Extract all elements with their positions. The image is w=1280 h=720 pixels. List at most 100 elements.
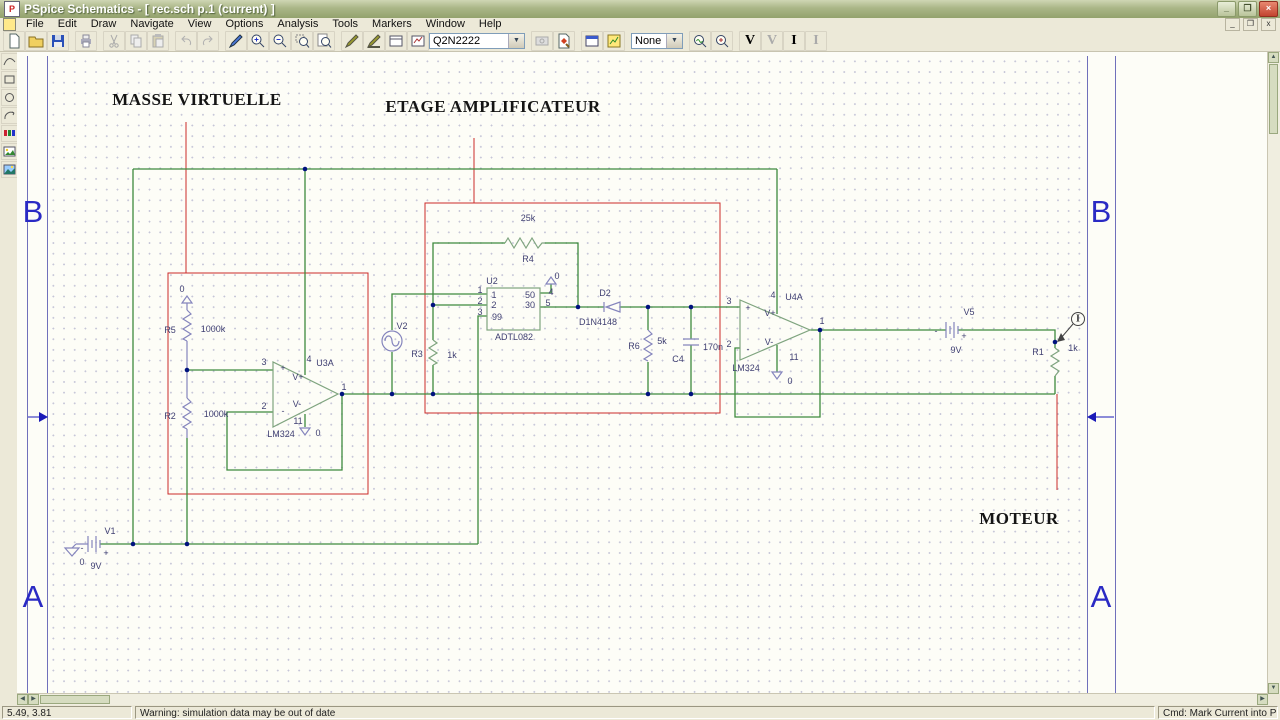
gnd-label-u3a[interactable]: 0	[315, 428, 320, 438]
u3a-pin3[interactable]: 3	[261, 357, 266, 367]
gnd-label-u2[interactable]: 0	[554, 271, 559, 281]
simulate-button[interactable]	[603, 31, 625, 51]
frame-row-a-right[interactable]: A	[1091, 579, 1112, 615]
draw-rectangle-tool[interactable]	[1, 71, 18, 88]
current-pin-marker-button[interactable]: I	[805, 31, 827, 51]
menu-window[interactable]: Window	[419, 18, 472, 31]
get-recent-part-icon[interactable]	[407, 31, 429, 51]
redo-icon[interactable]	[197, 31, 219, 51]
u3a-vplus[interactable]: V+	[292, 372, 303, 382]
menu-options[interactable]: Options	[218, 18, 270, 31]
menu-tools[interactable]: Tools	[325, 18, 365, 31]
u4a-plus[interactable]: +	[745, 303, 750, 313]
u2-pin5[interactable]: 5	[545, 298, 550, 308]
label-masse-virtuelle[interactable]: MASSE VIRTUELLE	[112, 90, 282, 110]
menu-view[interactable]: View	[181, 18, 219, 31]
current-marker-button[interactable]: I	[783, 31, 805, 51]
part-combobox[interactable]: Q2N2222 ▼	[429, 33, 525, 49]
open-file-button[interactable]	[25, 31, 47, 51]
u4a-pin11[interactable]: 11	[789, 352, 798, 362]
r2-value[interactable]: 1000k	[204, 409, 229, 419]
draw-wire-button[interactable]	[225, 31, 247, 51]
u2-name[interactable]: U2	[486, 276, 498, 286]
v1-minus[interactable]: -	[81, 543, 84, 553]
document-icon[interactable]	[3, 18, 16, 31]
u4a-part[interactable]: LM324	[732, 363, 760, 373]
u4a-pin1[interactable]: 1	[819, 316, 824, 326]
minimize-button[interactable]: _	[1217, 1, 1236, 17]
zoom-area-button[interactable]	[291, 31, 313, 51]
r6-value[interactable]: 5k	[657, 336, 667, 346]
draw-text-tool[interactable]	[1, 125, 18, 142]
menu-analysis[interactable]: Analysis	[270, 18, 325, 31]
u4a-pin4[interactable]: 4	[770, 290, 775, 300]
menu-draw[interactable]: Draw	[84, 18, 124, 31]
child-restore-button[interactable]: ❐	[1243, 18, 1258, 31]
r3-value[interactable]: 1k	[447, 350, 457, 360]
label-etage-amplificateur[interactable]: ETAGE AMPLIFICATEUR	[385, 97, 600, 117]
menu-navigate[interactable]: Navigate	[123, 18, 180, 31]
v5-name[interactable]: V5	[963, 307, 974, 317]
gnd-label-u4a[interactable]: 0	[787, 376, 792, 386]
zoom-out-button[interactable]	[269, 31, 291, 51]
child-minimize-button[interactable]: _	[1225, 18, 1240, 31]
scroll-up-icon[interactable]: ▲	[1268, 52, 1279, 63]
u2-pin3[interactable]: 3	[477, 307, 482, 317]
u2-pin2[interactable]: 2	[477, 296, 482, 306]
d2-name[interactable]: D2	[599, 288, 611, 298]
insert-picture-alt-tool[interactable]	[1, 161, 18, 178]
scroll-down-icon[interactable]: ▼	[1268, 683, 1279, 694]
scroll-right-icon[interactable]: ▶	[28, 694, 39, 705]
horizontal-scroll-thumb[interactable]	[40, 695, 110, 704]
r4-value[interactable]: 25k	[521, 213, 536, 223]
u2-in1[interactable]: 1	[491, 290, 496, 300]
r3-name[interactable]: R3	[411, 349, 423, 359]
view-bias-icon[interactable]	[711, 31, 733, 51]
cut-icon[interactable]	[103, 31, 125, 51]
new-file-button[interactable]	[3, 31, 25, 51]
undo-icon[interactable]	[175, 31, 197, 51]
label-moteur[interactable]: MOTEUR	[979, 509, 1059, 529]
current-marker-letter[interactable]: I	[1076, 314, 1080, 325]
draw-wire-tool-icon[interactable]	[341, 31, 363, 51]
u3a-pin1[interactable]: 1	[341, 382, 346, 392]
c4-value[interactable]: 170n	[703, 342, 723, 352]
r5-value[interactable]: 1000k	[201, 324, 226, 334]
u3a-pin4[interactable]: 4	[306, 354, 311, 364]
get-new-part-button[interactable]	[553, 31, 575, 51]
r4-name[interactable]: R4	[522, 254, 534, 264]
gnd-label-r5[interactable]: 0	[179, 284, 184, 294]
save-button[interactable]	[47, 31, 69, 51]
r6-name[interactable]: R6	[628, 341, 640, 351]
u2-in99[interactable]: 99	[492, 312, 502, 322]
u4a-minus[interactable]: -	[747, 344, 750, 354]
u3a-pin2[interactable]: 2	[261, 401, 266, 411]
u2-in2[interactable]: 2	[491, 300, 496, 310]
u3a-part[interactable]: LM324	[267, 429, 295, 439]
draw-block-tool-icon[interactable]	[385, 31, 407, 51]
v5-value[interactable]: 9V	[950, 345, 961, 355]
u2-pin1[interactable]: 1	[477, 285, 482, 295]
voltage-marker-button[interactable]: V	[739, 31, 761, 51]
horizontal-scrollbar[interactable]: ◀ ▶ ▶	[17, 693, 1268, 705]
draw-polyline-tool[interactable]	[1, 53, 18, 70]
viewpoint-combobox[interactable]: None ▼	[631, 33, 683, 49]
paste-icon[interactable]	[147, 31, 169, 51]
u2-pin4[interactable]: 4	[548, 287, 553, 297]
menu-edit[interactable]: Edit	[51, 18, 84, 31]
v1-value[interactable]: 9V	[90, 561, 101, 571]
gnd-label-v1[interactable]: 0	[79, 557, 84, 567]
u4a-vminus[interactable]: V-	[765, 337, 774, 347]
u3a-pin11[interactable]: 11	[293, 416, 302, 426]
part-combobox-dropdown-icon[interactable]: ▼	[508, 34, 524, 48]
r1-value[interactable]: 1k	[1068, 343, 1078, 353]
view-simulation-results-icon[interactable]	[689, 31, 711, 51]
u4a-pin3[interactable]: 3	[726, 296, 731, 306]
r2-name[interactable]: R2	[164, 411, 176, 421]
frame-row-b-left[interactable]: B	[23, 194, 44, 230]
print-button[interactable]	[75, 31, 97, 51]
u2-in50[interactable]: 50	[525, 290, 535, 300]
vertical-scrollbar[interactable]: ▲ ▼	[1267, 52, 1280, 694]
u3a-minus[interactable]: -	[282, 406, 285, 416]
draw-arc-tool[interactable]	[1, 107, 18, 124]
